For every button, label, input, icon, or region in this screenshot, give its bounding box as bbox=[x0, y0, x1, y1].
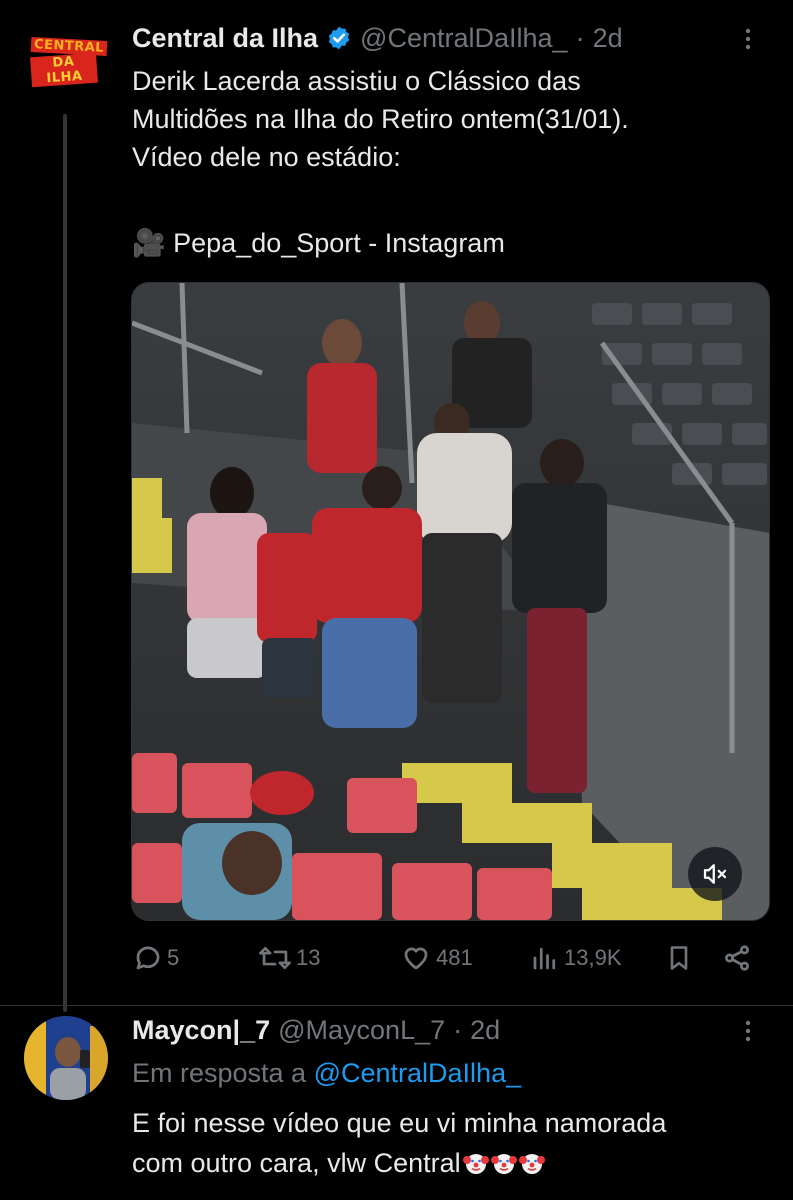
verified-badge-icon[interactable] bbox=[326, 25, 352, 51]
reply-author-avatar[interactable] bbox=[24, 1016, 108, 1100]
clown-emoji-icon bbox=[490, 1154, 517, 1174]
stadium-video-frame bbox=[132, 283, 769, 920]
reply-text-line: E foi nesse vídeo que eu vi minha namora… bbox=[132, 1108, 667, 1138]
thread-line bbox=[63, 114, 67, 1012]
author-handle[interactable]: @CentralDaIlha_ bbox=[360, 23, 568, 54]
reply-text-line-2: com outro cara, vlw Central bbox=[132, 1143, 772, 1183]
author-avatar[interactable]: CENTRAL DA ILHA bbox=[24, 22, 108, 102]
mute-icon bbox=[703, 864, 727, 884]
reply-target-link[interactable]: @CentralDaIlha_ bbox=[314, 1058, 522, 1088]
tweet-divider bbox=[0, 1005, 793, 1006]
separator-dot: · bbox=[575, 22, 585, 53]
reply-header: Maycon|_7 @MayconL_7 · 2d bbox=[132, 1010, 500, 1050]
tweet-text-line: Multidões na Ilha do Retiro ontem(31/01)… bbox=[132, 104, 629, 134]
reply-icon bbox=[136, 946, 160, 970]
reply-count: 5 bbox=[167, 945, 180, 970]
tweet-text-line: 🎥 Pepa_do_Sport - Instagram bbox=[132, 228, 505, 258]
tweet-text: Derik Lacerda assistiu o Clássico das Mu… bbox=[132, 62, 762, 262]
central-da-ilha-logo: CENTRAL DA ILHA bbox=[30, 37, 108, 88]
like-icon bbox=[404, 947, 428, 970]
tweet-text-line bbox=[132, 176, 762, 214]
video-player[interactable] bbox=[131, 282, 770, 921]
tweet-header: Central da Ilha @CentralDaIlha_ · 2d bbox=[132, 18, 623, 58]
views-count: 13,9K bbox=[564, 945, 622, 970]
retweet-icon bbox=[259, 946, 291, 970]
bookmark-icon bbox=[670, 946, 688, 970]
avatar-photo bbox=[24, 1016, 108, 1100]
share-icon bbox=[725, 945, 749, 971]
more-dots-icon[interactable] bbox=[737, 28, 759, 50]
retweet-button[interactable]: 13 bbox=[258, 938, 320, 978]
tweet-text-line: Vídeo dele no estádio: bbox=[132, 142, 401, 172]
tweet-text-line: Derik Lacerda assistiu o Clássico das bbox=[132, 66, 581, 96]
reply-time[interactable]: 2d bbox=[470, 1015, 500, 1046]
reply-more-dots-icon[interactable] bbox=[737, 1020, 759, 1042]
clown-emoji-icon bbox=[518, 1154, 545, 1174]
share-button[interactable] bbox=[722, 938, 752, 978]
like-button[interactable]: 481 bbox=[400, 938, 473, 978]
views-button[interactable]: 13,9K bbox=[530, 938, 622, 978]
separator-dot: · bbox=[453, 1014, 463, 1045]
reply-author-handle[interactable]: @MayconL_7 bbox=[278, 1015, 445, 1046]
views-icon bbox=[533, 947, 556, 970]
replying-to: Em resposta a @CentralDaIlha_ bbox=[132, 1058, 521, 1089]
reply-prefix: Em resposta a bbox=[132, 1058, 307, 1088]
bookmark-button[interactable] bbox=[665, 938, 693, 978]
tweet-time[interactable]: 2d bbox=[593, 23, 623, 54]
reply-author-name[interactable]: Maycon|_7 bbox=[132, 1015, 270, 1046]
author-name[interactable]: Central da Ilha bbox=[132, 23, 318, 54]
reply-text: E foi nesse vídeo que eu vi minha namora… bbox=[132, 1103, 772, 1183]
reply-button[interactable]: 5 bbox=[133, 938, 179, 978]
clown-emoji-icon bbox=[462, 1154, 489, 1174]
like-count: 481 bbox=[436, 945, 473, 970]
retweet-count: 13 bbox=[296, 945, 321, 970]
mute-button[interactable] bbox=[688, 847, 742, 901]
